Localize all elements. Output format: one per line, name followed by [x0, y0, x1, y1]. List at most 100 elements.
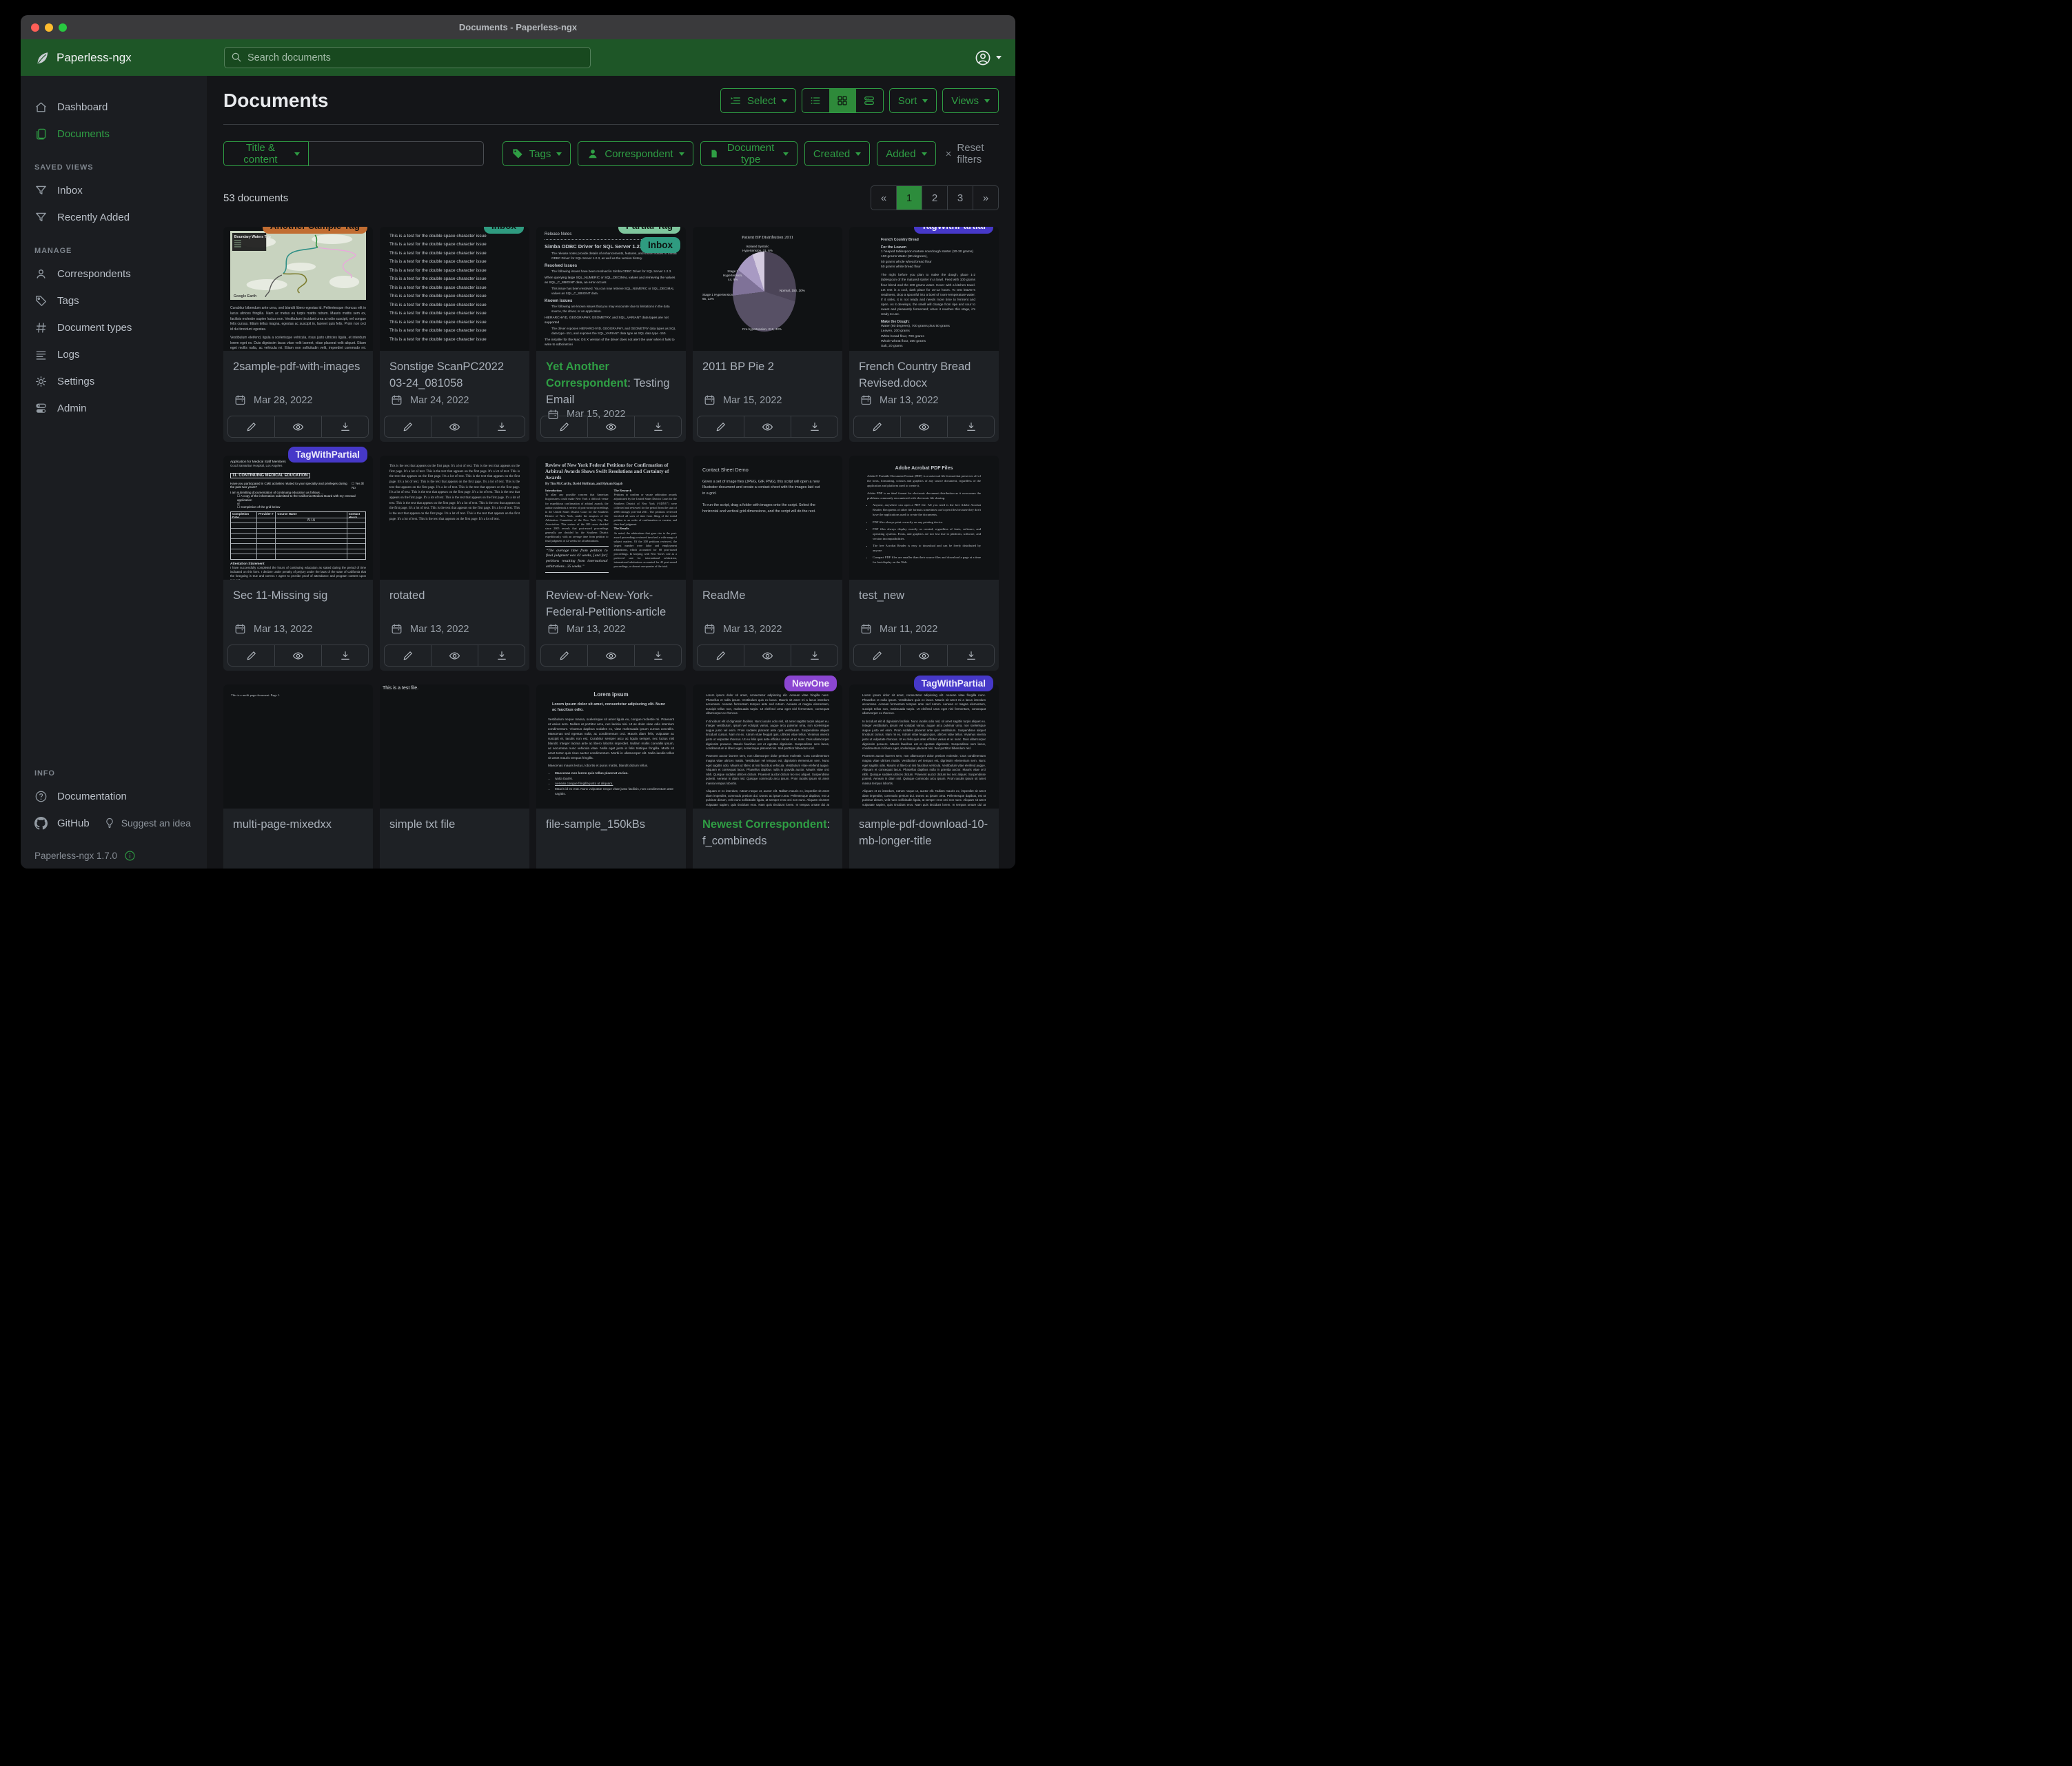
tag-chip[interactable]: Inbox [640, 237, 680, 253]
view-mode-list-button[interactable] [802, 89, 829, 112]
correspondent-link[interactable]: Newest Correspondent [702, 818, 827, 831]
document-thumbnail[interactable]: Patient BP Distribution 2011 Isolated Sy… [693, 227, 842, 351]
tags-filter-button[interactable]: Tags [502, 141, 571, 166]
document-thumbnail[interactable]: This is the text that appears on the fir… [380, 456, 529, 580]
sidebar-item-settings[interactable]: Settings [21, 369, 207, 393]
info-icon[interactable] [124, 850, 136, 862]
document-title[interactable]: Yet Another Correspondent: Testing Email [546, 359, 676, 409]
view-mode-grid-button[interactable] [829, 89, 856, 112]
view-document-button[interactable] [431, 645, 478, 666]
document-title[interactable]: multi-page-mixedxx [233, 817, 363, 833]
download-document-button[interactable] [478, 416, 525, 437]
view-document-button[interactable] [587, 416, 634, 437]
document-thumbnail[interactable]: French Country Bread For the Leaven 1 he… [849, 227, 999, 351]
download-document-button[interactable] [634, 645, 681, 666]
close-window-button[interactable] [31, 23, 39, 32]
user-menu[interactable] [975, 50, 1002, 66]
added-filter-button[interactable]: Added [877, 141, 935, 166]
download-document-button[interactable] [947, 645, 994, 666]
document-title[interactable]: Sonstige ScanPC2022 03-24_081058 [389, 359, 520, 392]
edit-document-button[interactable] [698, 416, 744, 437]
tag-chip[interactable]: TagWithPartial [914, 227, 993, 234]
tag-chip[interactable]: TagWithPartial [288, 447, 367, 463]
sidebar-item-document-types[interactable]: Document types [21, 316, 207, 339]
document-thumbnail[interactable]: Lorem ipsum dolor sit amet, consectetur … [849, 684, 999, 809]
document-title[interactable]: 2sample-pdf-with-images [233, 359, 363, 376]
suggest-idea-link[interactable]: Suggest an idea [103, 817, 191, 829]
view-document-button[interactable] [744, 645, 791, 666]
view-mode-cards-button[interactable] [856, 89, 883, 112]
download-document-button[interactable] [791, 416, 837, 437]
view-document-button[interactable] [900, 416, 947, 437]
edit-document-button[interactable] [854, 416, 900, 437]
document-title[interactable]: file-sample_150kBs [546, 817, 676, 833]
view-document-button[interactable] [431, 416, 478, 437]
edit-document-button[interactable] [228, 416, 274, 437]
document-title[interactable]: French Country Bread Revised.docx [859, 359, 989, 392]
view-document-button[interactable] [587, 645, 634, 666]
sidebar-item-documentation[interactable]: Documentation [21, 784, 207, 808]
title-content-filter-input[interactable] [309, 141, 484, 166]
document-thumbnail[interactable]: Lorem ipsum dolor sit amet, consectetur … [693, 684, 842, 809]
search-input[interactable] [247, 52, 584, 63]
sidebar-item-admin[interactable]: Admin [21, 396, 207, 420]
download-document-button[interactable] [478, 645, 525, 666]
views-dropdown-button[interactable]: Views [942, 88, 999, 113]
edit-document-button[interactable] [541, 645, 587, 666]
download-document-button[interactable] [634, 416, 681, 437]
sidebar-item-github[interactable]: GitHub [21, 811, 103, 835]
pagination-last-button[interactable]: » [973, 185, 999, 210]
document-title[interactable]: Newest Correspondent: f_combineds [702, 817, 833, 850]
edit-document-button[interactable] [385, 416, 431, 437]
sidebar-item-inbox[interactable]: Inbox [21, 179, 207, 202]
document-thumbnail[interactable]: This is a test for the double space char… [380, 227, 529, 351]
document-title[interactable]: Sec 11-Missing sig [233, 588, 363, 605]
view-document-button[interactable] [274, 645, 321, 666]
download-document-button[interactable] [321, 416, 368, 437]
select-dropdown-button[interactable]: Select [720, 88, 796, 113]
document-thumbnail[interactable]: Adobe Acrobat PDF Files Adobe® Portable … [849, 456, 999, 580]
pagination-page-3[interactable]: 3 [947, 185, 973, 210]
global-search[interactable] [224, 47, 591, 68]
download-document-button[interactable] [947, 416, 994, 437]
sidebar-item-logs[interactable]: Logs [21, 343, 207, 366]
document-thumbnail[interactable]: Application for Medical Staff Members Go… [223, 456, 373, 580]
document-type-filter-button[interactable]: Document type [700, 141, 798, 166]
sidebar-item-recently-added[interactable]: Recently Added [21, 205, 207, 229]
download-document-button[interactable] [321, 645, 368, 666]
edit-document-button[interactable] [698, 645, 744, 666]
sidebar-item-documents[interactable]: Documents [21, 122, 207, 145]
edit-document-button[interactable] [541, 416, 587, 437]
app-logo[interactable]: Paperless-ngx [34, 50, 224, 65]
sidebar-item-correspondents[interactable]: Correspondents [21, 262, 207, 285]
tag-chip[interactable]: NewOne [784, 676, 837, 691]
created-filter-button[interactable]: Created [804, 141, 870, 166]
tag-chip[interactable]: Another Sample Tag [263, 227, 367, 234]
document-thumbnail[interactable]: Lorem ipsum Lorem ipsum dolor sit amet, … [536, 684, 686, 809]
document-title[interactable]: rotated [389, 588, 520, 605]
document-title[interactable]: test_new [859, 588, 989, 605]
document-thumbnail[interactable]: Review of New York Federal Petitions for… [536, 456, 686, 580]
tag-chip[interactable]: Inbox [484, 227, 524, 234]
correspondent-link[interactable]: Yet Another Correspondent [546, 361, 627, 389]
document-thumbnail[interactable]: Boundary Waters Trip Google Earth Curabi… [223, 227, 373, 351]
edit-document-button[interactable] [228, 645, 274, 666]
view-document-button[interactable] [900, 645, 947, 666]
document-title[interactable]: ReadMe [702, 588, 833, 605]
pagination-page-1[interactable]: 1 [896, 185, 922, 210]
view-document-button[interactable] [744, 416, 791, 437]
document-title[interactable]: Review-of-New-York-Federal-Petitions-art… [546, 588, 676, 621]
document-title[interactable]: 2011 BP Pie 2 [702, 359, 833, 376]
minimize-window-button[interactable] [45, 23, 53, 32]
zoom-window-button[interactable] [59, 23, 67, 32]
correspondent-filter-button[interactable]: Correspondent [578, 141, 693, 166]
edit-document-button[interactable] [854, 645, 900, 666]
download-document-button[interactable] [791, 645, 837, 666]
document-thumbnail[interactable]: Contact Sheet Demo Given a set of image … [693, 456, 842, 580]
document-thumbnail[interactable]: This is a test file. [380, 684, 529, 809]
document-title[interactable]: simple txt file [389, 817, 520, 833]
edit-document-button[interactable] [385, 645, 431, 666]
sidebar-item-dashboard[interactable]: Dashboard [21, 95, 207, 119]
sidebar-item-tags[interactable]: Tags [21, 289, 207, 312]
reset-filters-button[interactable]: × Reset filters [946, 142, 999, 165]
